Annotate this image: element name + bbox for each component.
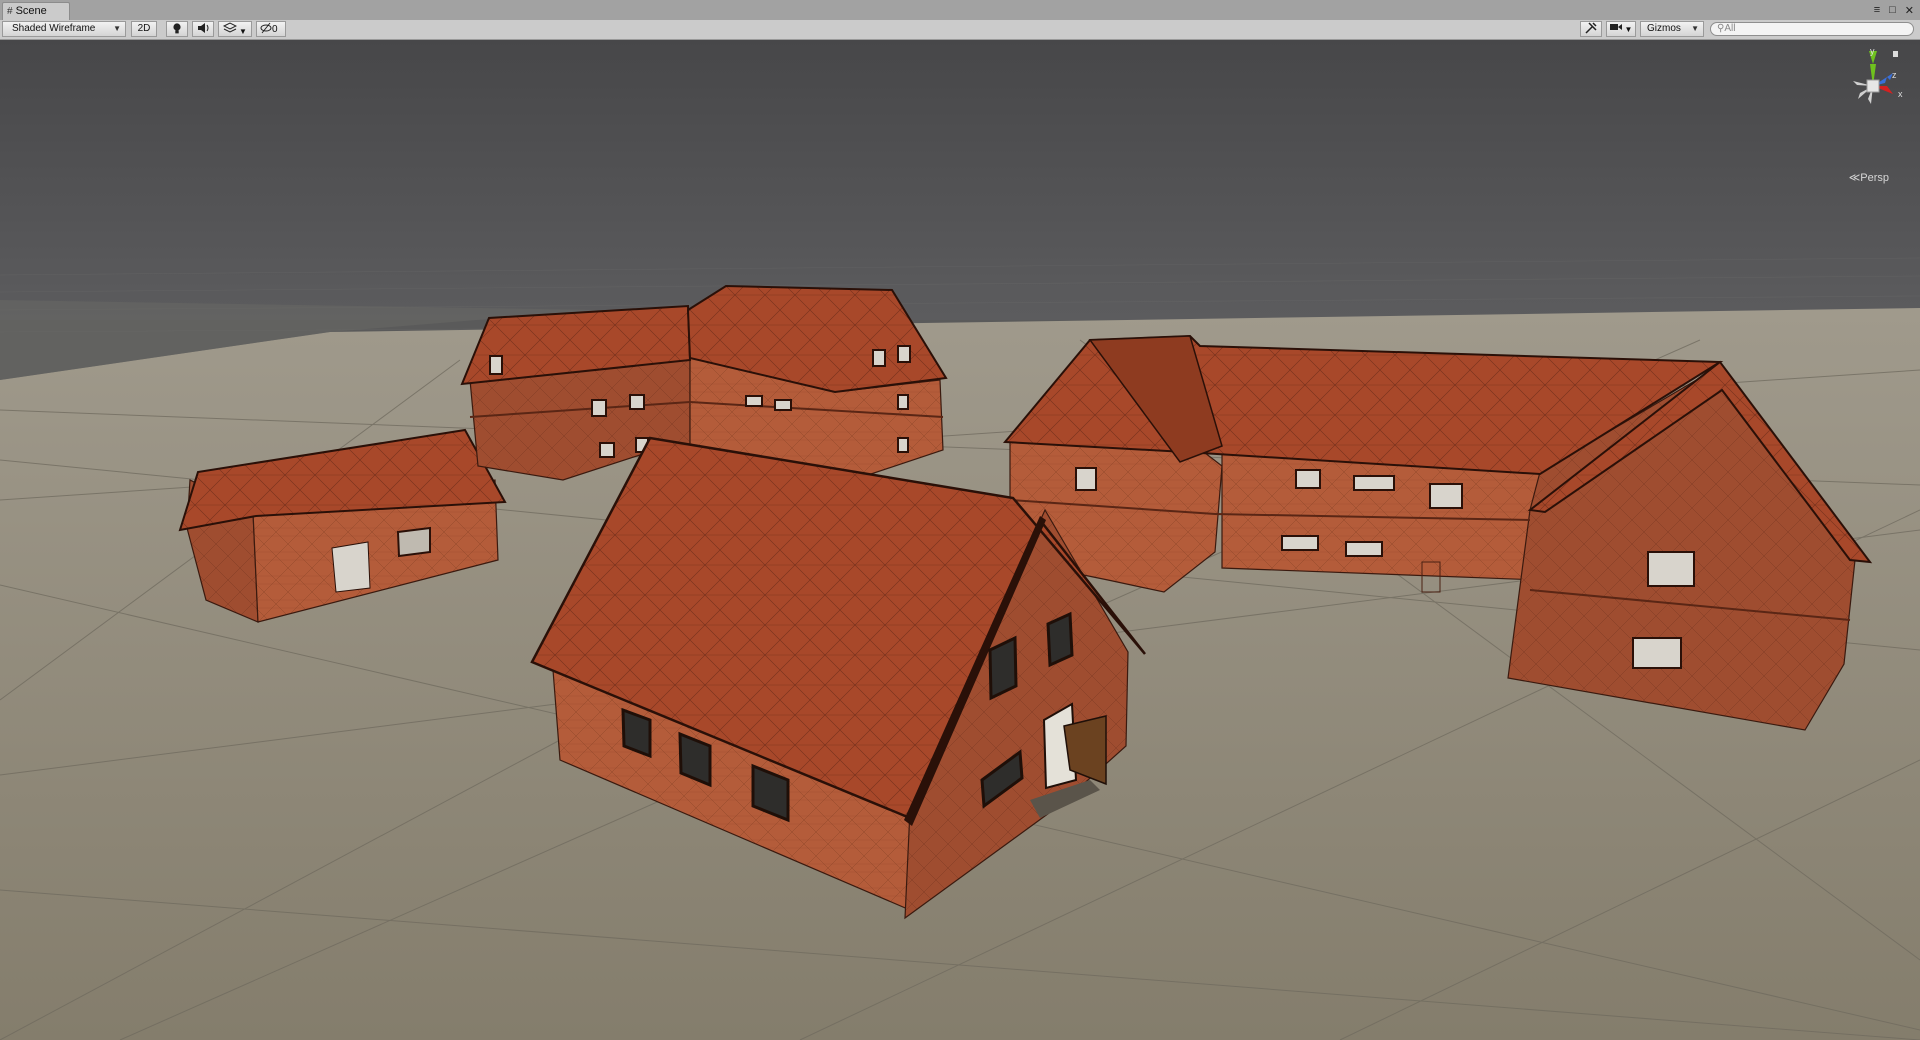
scene-tools-button[interactable] xyxy=(1580,21,1602,37)
scene-tab-label: Scene xyxy=(15,5,47,17)
lighting-toggle[interactable] xyxy=(166,21,188,37)
chevron-down-icon: ▼ xyxy=(113,24,121,33)
projection-label: Persp xyxy=(1860,172,1889,184)
toggle-2d-button[interactable]: 2D xyxy=(131,21,157,37)
hidden-count: 0 xyxy=(272,24,278,35)
chevron-down-icon: ▼ xyxy=(1691,24,1699,33)
speaker-icon xyxy=(197,23,208,33)
sky-background xyxy=(0,40,1920,320)
window-buttons: ≡ □ ✕ xyxy=(1874,2,1914,18)
scene-tools-icon xyxy=(1585,22,1597,34)
scene-grid-icon: # xyxy=(7,6,13,17)
axis-gizmo-icon xyxy=(1853,51,1898,104)
gizmos-dropdown[interactable]: Gizmos ▼ xyxy=(1640,21,1704,37)
camera-settings-dropdown[interactable]: ▼ xyxy=(1606,21,1636,37)
scene-toolbar: Shaded Wireframe ▼ 2D ▼ 0 ▼ Gizmos ▼ ⚲All xyxy=(0,20,1920,40)
orientation-gizmo[interactable]: y z x xyxy=(1838,46,1908,126)
projection-toggle[interactable]: ≪Persp xyxy=(1849,171,1889,184)
effects-dropdown[interactable]: ▼ xyxy=(218,21,252,37)
draw-mode-label: Shaded Wireframe xyxy=(12,23,96,34)
window-tab-bar: # Scene ≡ □ ✕ xyxy=(0,0,1920,21)
chevron-down-icon: ▼ xyxy=(1624,25,1633,34)
maximize-icon[interactable]: □ xyxy=(1889,4,1896,16)
audio-toggle[interactable] xyxy=(192,21,214,37)
search-placeholder: All xyxy=(1724,23,1736,34)
eye-slash-icon xyxy=(260,22,272,34)
scene-viewport[interactable]: y z x ≪Persp xyxy=(0,40,1920,1040)
camera-icon xyxy=(1609,24,1622,30)
chevron-down-icon: ▼ xyxy=(239,27,247,36)
scene-tab[interactable]: # Scene xyxy=(2,2,70,20)
menu-icon[interactable]: ≡ xyxy=(1874,4,1880,16)
gizmos-label: Gizmos xyxy=(1647,23,1681,34)
draw-mode-dropdown[interactable]: Shaded Wireframe ▼ xyxy=(2,21,126,37)
gizmo-z-label: z xyxy=(1892,70,1897,80)
close-icon[interactable]: ✕ xyxy=(1905,4,1914,17)
effects-layers-icon xyxy=(222,22,238,33)
hidden-objects-toggle[interactable]: 0 xyxy=(256,21,286,37)
persp-arrow-icon: ≪ xyxy=(1848,172,1861,184)
gizmo-x-label: x xyxy=(1898,89,1903,99)
scene-render xyxy=(0,40,1920,1040)
light-bulb-icon xyxy=(173,23,181,34)
search-input[interactable]: ⚲All xyxy=(1710,22,1914,36)
gizmo-y-label: y xyxy=(1870,46,1875,56)
